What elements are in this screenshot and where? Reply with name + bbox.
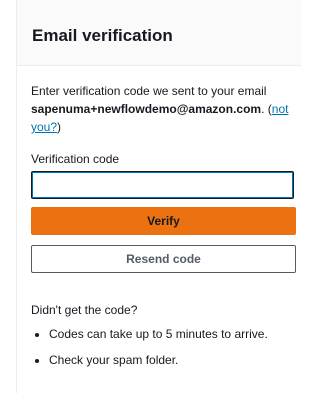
help-list: Codes can take up to 5 minutes to arrive…: [31, 327, 287, 367]
email-address: sapenuma+newflowdemo@amazon.com: [31, 102, 262, 116]
intro-close-paren: ): [57, 120, 62, 134]
help-item: Check your spam folder.: [49, 353, 287, 367]
intro-punctuation: . (: [261, 102, 272, 116]
intro-message: Enter verification code we sent to your …: [31, 84, 267, 98]
card-header: Email verification: [17, 0, 301, 66]
intro-text: Enter verification code we sent to your …: [31, 82, 297, 136]
help-title: Didn't get the code?: [31, 303, 138, 317]
resend-code-button[interactable]: Resend code: [31, 245, 296, 273]
card-title: Email verification: [32, 26, 173, 45]
verification-card: Email verification Enter verification co…: [16, 0, 301, 393]
card-content: Enter verification code we sent to your …: [17, 66, 301, 367]
page-margin: [0, 0, 16, 393]
verification-code-label: Verification code: [31, 152, 120, 166]
help-item: Codes can take up to 5 minutes to arrive…: [49, 327, 287, 341]
verify-button[interactable]: Verify: [31, 207, 296, 235]
verification-code-input[interactable]: [31, 171, 294, 199]
